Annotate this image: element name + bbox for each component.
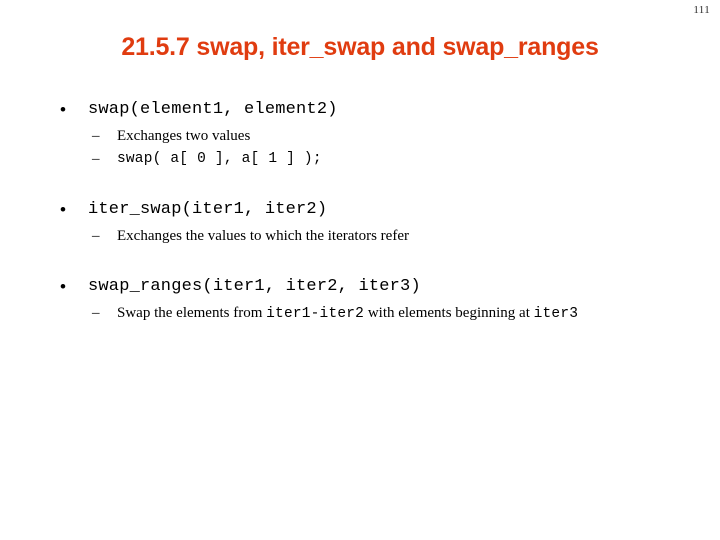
bullet-level2-code-label: swap( a[ 0 ], a[ 1 ] ); (117, 151, 322, 167)
bullet-item-level2: – Exchanges two values (0, 126, 720, 147)
bullet-level1-label: iter_swap(iter1, iter2) (88, 200, 328, 219)
inline-text-run: Swap the elements from (117, 305, 267, 321)
page-title: 21.5.7 swap, iter_swap and swap_ranges (121, 33, 599, 61)
bullet-item-level1: • swap_ranges(iter1, iter2, iter3) (0, 275, 720, 299)
bullet-dash-icon: – (92, 128, 100, 144)
inline-code-run: iter1-iter2 (266, 306, 365, 322)
bullet-item-level2-code: – swap( a[ 0 ], a[ 1 ] ); (0, 149, 720, 170)
slide-canvas: 111 21.5.7 swap, iter_swap and swap_rang… (0, 0, 720, 540)
inline-text-run: with elements beginning at (364, 305, 534, 321)
bullet-item-level1: • iter_swap(iter1, iter2) (0, 198, 720, 222)
bullet-level2-label: Exchanges the values to which the iterat… (117, 228, 409, 244)
bullet-item-level2: – Swap the elements from iter1-iter2 wit… (0, 303, 720, 325)
bullet-dot-icon: • (60, 100, 66, 119)
bullet-item-level2: – Exchanges the values to which the iter… (0, 226, 720, 247)
slide-body: • swap(element1, element2) – Exchanges t… (0, 98, 720, 325)
bullet-level2-label: Swap the elements from iter1-iter2 with … (117, 305, 579, 322)
inline-code-run: iter3 (533, 306, 579, 322)
bullet-item-level1: • swap(element1, element2) (0, 98, 720, 122)
bullet-dot-icon: • (60, 277, 66, 296)
bullet-dash-icon: – (92, 305, 100, 321)
bullet-section: • swap(element1, element2) – Exchanges t… (0, 98, 720, 170)
bullet-dash-icon: – (92, 228, 100, 244)
bullet-level2-label: Exchanges two values (117, 128, 251, 144)
bullet-level1-label: swap_ranges(iter1, iter2, iter3) (88, 277, 421, 296)
bullet-level1-label: swap(element1, element2) (88, 100, 338, 119)
bullet-dash-icon: – (92, 151, 100, 167)
bullet-section: • iter_swap(iter1, iter2) – Exchanges th… (0, 198, 720, 247)
page-number: 111 (693, 4, 710, 16)
bullet-section: • swap_ranges(iter1, iter2, iter3) – Swa… (0, 275, 720, 325)
bullet-dot-icon: • (60, 200, 66, 219)
